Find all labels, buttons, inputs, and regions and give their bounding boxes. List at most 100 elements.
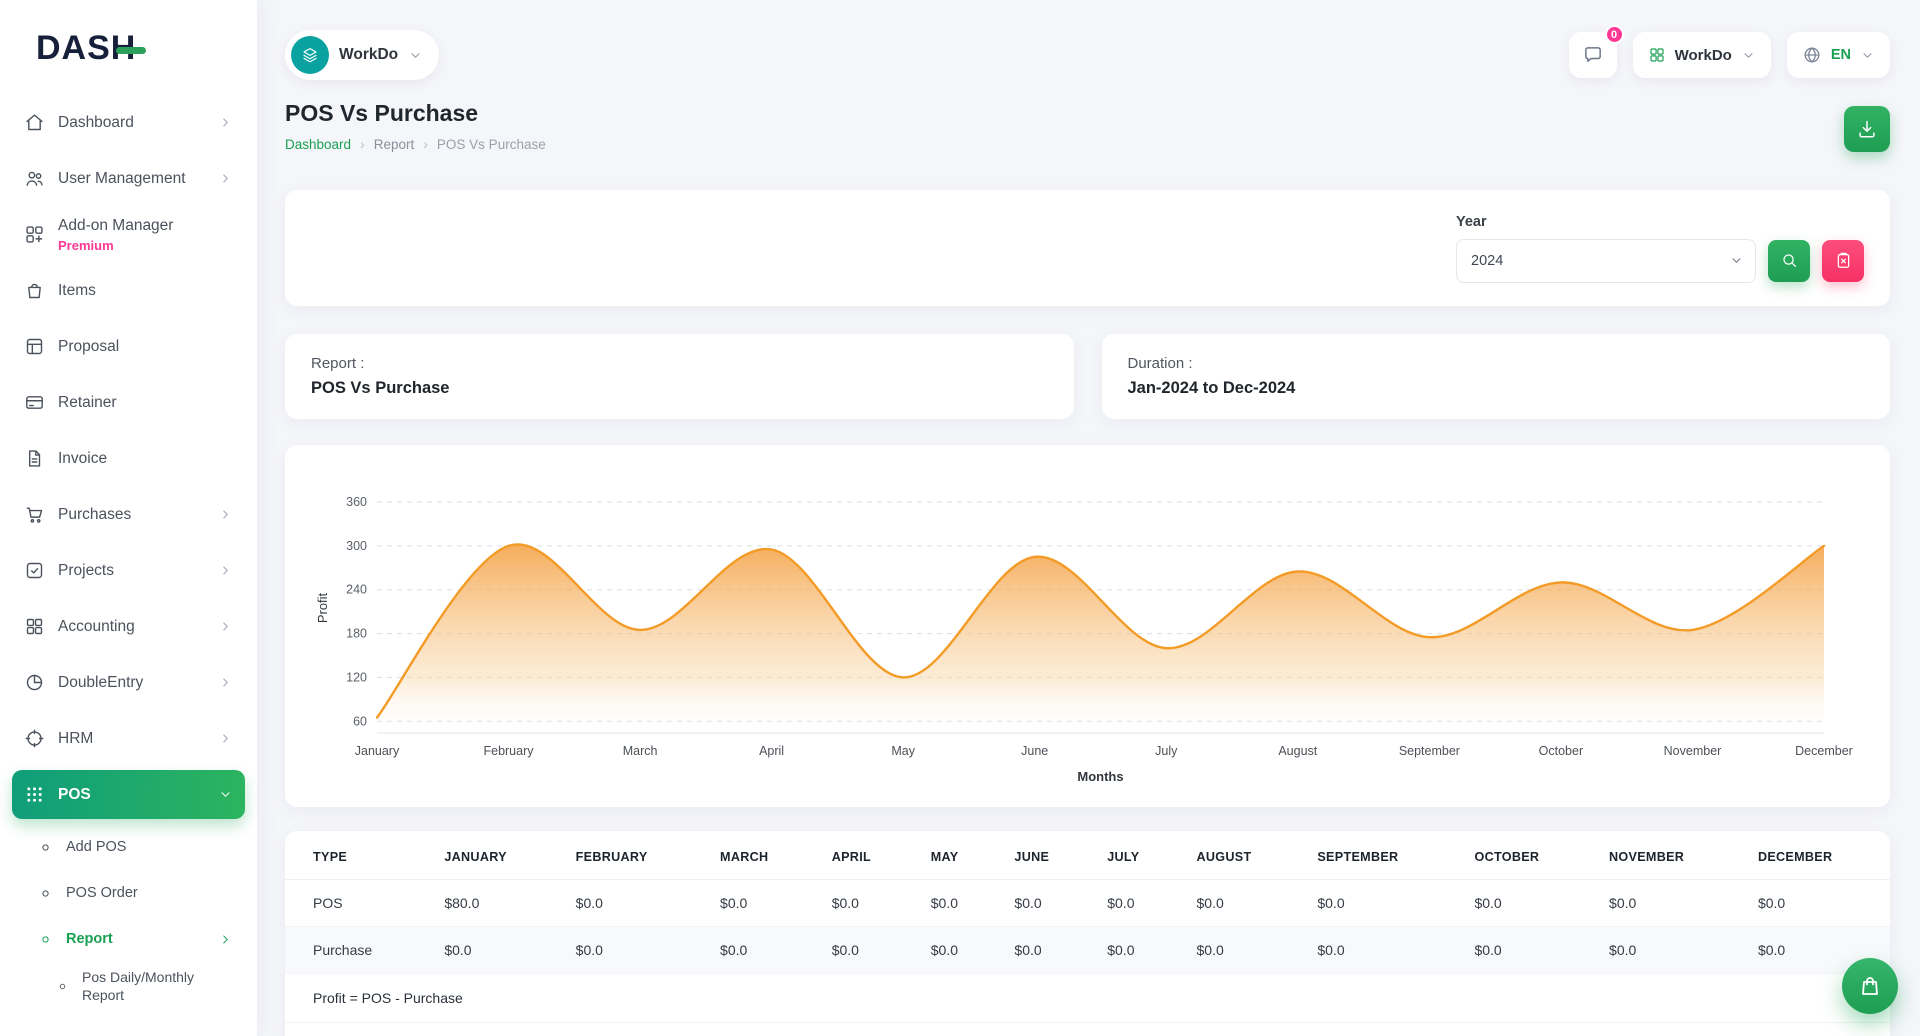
cart-icon (24, 504, 45, 525)
check-square-icon (24, 560, 45, 581)
value-cell: $0.0 (1301, 880, 1458, 927)
sidebar-item-user-management[interactable]: User Management (12, 154, 245, 203)
download-icon (1856, 118, 1878, 140)
column-header-september: SEPTEMBER (1301, 835, 1458, 880)
sidebar-item-pos-order[interactable]: POS Order (12, 872, 245, 914)
sidebar-item-label: User Management (58, 170, 186, 188)
topbar-actions: 0 WorkDo EN (1569, 32, 1890, 78)
sidebar-item-projects[interactable]: Projects (12, 546, 245, 595)
year-select[interactable]: 2024 (1456, 239, 1756, 283)
sidebar-item-add-on-manager[interactable]: Add-on ManagerPremium (12, 210, 245, 259)
circle-icon (56, 980, 69, 993)
chevron-right-icon (218, 171, 233, 186)
sidebar-nav: Dashboard User Management Add-on ManagerPr… (0, 96, 257, 1036)
value-cell: $0.0 (1181, 880, 1302, 927)
sidebar-item-label: Accounting (58, 618, 135, 636)
svg-text:October: October (1539, 744, 1583, 758)
svg-text:August: August (1278, 744, 1317, 758)
sidebar-item-retainer[interactable]: Retainer (12, 378, 245, 427)
pos-cart-fab[interactable] (1842, 958, 1898, 1014)
company-menu-button[interactable]: WorkDo (1633, 32, 1771, 78)
language-code: EN (1831, 47, 1851, 63)
report-label: Report : (311, 355, 1048, 372)
pie-icon (24, 672, 45, 693)
premium-badge: Premium (58, 238, 173, 253)
download-button[interactable] (1844, 106, 1890, 152)
page-title: POS Vs Purchase (285, 100, 1890, 127)
chevron-down-icon (408, 48, 423, 63)
messages-button[interactable]: 0 (1569, 32, 1617, 78)
sidebar-item-accounting[interactable]: Accounting (12, 602, 245, 651)
chevron-right-icon (218, 932, 233, 947)
chevron-right-icon (218, 675, 233, 690)
value-cell: $80.0 (428, 1023, 559, 1036)
chart-area (377, 544, 1824, 733)
sidebar-item-label: HRM (58, 730, 93, 748)
year-label: Year (1456, 214, 1864, 230)
value-cell: $0.0 (816, 880, 915, 927)
workspace-switcher[interactable]: WorkDo (285, 30, 439, 80)
breadcrumb-item-report[interactable]: Report (374, 137, 415, 152)
sidebar-item-label: Projects (58, 562, 114, 580)
filter-card: Year 2024 (285, 190, 1890, 306)
column-header-february: FEBRUARY (560, 835, 704, 880)
addon-plus-icon (24, 224, 45, 245)
messages-badge: 0 (1605, 25, 1624, 44)
svg-text:May: May (891, 744, 915, 758)
search-icon (1780, 251, 1799, 270)
sidebar-item-add-pos[interactable]: Add POS (12, 826, 245, 868)
sidebar-item-label: Retainer (58, 394, 117, 412)
svg-text:360: 360 (346, 495, 367, 509)
shopping-bag-icon (1858, 974, 1882, 998)
svg-text:300: 300 (346, 539, 367, 553)
summary-cards: Report : POS Vs Purchase Duration : Jan-… (285, 334, 1890, 419)
sidebar-item-dashboard[interactable]: Dashboard (12, 98, 245, 147)
sidebar-item-invoice[interactable]: Invoice (12, 434, 245, 483)
table-note-row: Profit = POS - Purchase (285, 974, 1890, 1023)
sidebar-item-label: Invoice (58, 450, 107, 468)
value-cell: $0.0 (1742, 880, 1890, 927)
search-button[interactable] (1768, 240, 1810, 282)
duration-value: Jan-2024 to Dec-2024 (1128, 379, 1865, 398)
value-cell: $0.0 (428, 927, 559, 974)
chevron-down-icon (1741, 48, 1756, 63)
language-menu-button[interactable]: EN (1787, 32, 1890, 78)
svg-text:60: 60 (353, 714, 367, 728)
report-value: POS Vs Purchase (311, 379, 1048, 398)
value-cell: $0.0 (704, 1023, 816, 1036)
table-row-profit: Profit$80.0$0.0$0.0$0.0$0.0$0.0$0.0$0.0$… (285, 1023, 1890, 1036)
grid-icon (24, 616, 45, 637)
svg-text:February: February (483, 744, 534, 758)
sidebar-item-pos-daily-monthly-report[interactable]: Pos Daily/Monthly Report (12, 964, 245, 1008)
sidebar-item-proposal[interactable]: Proposal (12, 322, 245, 371)
sidebar-item-report[interactable]: Report (12, 918, 245, 960)
svg-text:240: 240 (346, 583, 367, 597)
column-header-october: OCTOBER (1458, 835, 1593, 880)
chevron-right-icon (218, 115, 233, 130)
breadcrumb: Dashboard›Report›POS Vs Purchase (285, 136, 1890, 152)
report-table: TYPEJANUARYFEBRUARYMARCHAPRILMAYJUNEJULY… (285, 835, 1890, 1036)
sidebar-item-items[interactable]: Items (12, 266, 245, 315)
breadcrumb-item-dashboard[interactable]: Dashboard (285, 137, 351, 152)
value-cell: $0.0 (1458, 1023, 1593, 1036)
sidebar-item-label: Proposal (58, 338, 119, 356)
row-type-cell: Purchase (285, 927, 428, 974)
svg-text:Months: Months (1077, 769, 1123, 784)
reset-button[interactable] (1822, 240, 1864, 282)
sidebar-item-hrm[interactable]: HRM (12, 714, 245, 763)
value-cell: $0.0 (998, 880, 1091, 927)
column-header-july: JULY (1091, 835, 1180, 880)
page-head: POS Vs Purchase Dashboard›Report›POS Vs … (285, 100, 1890, 152)
breadcrumb-separator: › (360, 136, 365, 152)
sidebar-item-purchases[interactable]: Purchases (12, 490, 245, 539)
chevron-down-icon (1860, 48, 1875, 63)
column-header-type: TYPE (285, 835, 428, 880)
value-cell: $0.0 (1742, 1023, 1890, 1036)
sidebar-item-pos[interactable]: POS (12, 770, 245, 819)
value-cell: $0.0 (560, 927, 704, 974)
value-cell: $0.0 (1091, 927, 1180, 974)
app-logo[interactable]: DASH (0, 0, 257, 96)
layout-icon (24, 336, 45, 357)
value-cell: $0.0 (1458, 927, 1593, 974)
sidebar-item-doubleentry[interactable]: DoubleEntry (12, 658, 245, 707)
